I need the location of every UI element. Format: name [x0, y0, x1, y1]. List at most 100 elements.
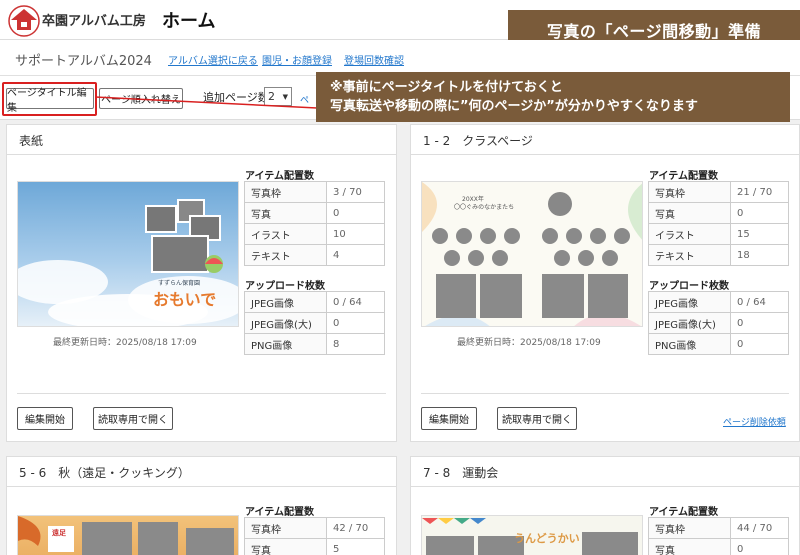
- table-cell: 写真: [244, 538, 327, 555]
- logo-name: 卒園アルバム工房: [42, 14, 146, 29]
- table-cell: 18: [730, 244, 789, 266]
- thumb-label: うんどうかい: [514, 532, 580, 545]
- page-card-title: 5 - 6 秋（遠足・クッキング）: [7, 457, 396, 487]
- page-title: ホーム: [162, 11, 216, 32]
- table-row: テキスト 4: [244, 244, 385, 266]
- table-cell: 15: [730, 223, 789, 245]
- items-table: 写真枠 21 / 70 写真 0 イラスト 15 テキスト 18: [648, 181, 789, 266]
- table-cell: イラスト: [244, 223, 327, 245]
- table-cell: 0: [730, 538, 789, 555]
- items-title: アイテム配置数: [649, 507, 718, 518]
- table-cell: 写真枠: [244, 517, 327, 539]
- table-cell: 0: [730, 333, 789, 355]
- table-cell: 写真: [648, 538, 731, 555]
- table-cell: PNG画像: [244, 333, 327, 355]
- table-cell: 5: [326, 538, 385, 555]
- logo-icon[interactable]: [6, 3, 42, 37]
- items-title: アイテム配置数: [245, 507, 314, 518]
- last-updated: 最終更新日時：2025/08/18 17:09: [53, 338, 197, 348]
- child-face-register-link[interactable]: 園児・お顔登録: [262, 52, 332, 67]
- table-row: 写真枠 3 / 70: [244, 181, 385, 203]
- back-to-album-select-link[interactable]: アルバム選択に戻る: [168, 52, 258, 67]
- table-row: JPEG画像 0 / 64: [648, 291, 789, 313]
- table-row: 写真枠 44 / 70: [648, 517, 789, 539]
- table-row: イラスト 10: [244, 223, 385, 245]
- table-cell: 0: [730, 312, 789, 334]
- table-cell: 42 / 70: [326, 517, 385, 539]
- items-title: アイテム配置数: [649, 171, 718, 182]
- items-title: アイテム配置数: [245, 171, 314, 182]
- appearance-count-link[interactable]: 登場回数確認: [344, 52, 404, 67]
- divider: [17, 393, 386, 394]
- table-row: JPEG画像 0 / 64: [244, 291, 385, 313]
- table-cell: イラスト: [648, 223, 731, 245]
- edit-start-button[interactable]: 編集開始: [421, 407, 477, 430]
- page-card-sports-day: 7 - 8 運動会 うんどうかい アイテム配置数 写真枠 44 / 70 写真 0: [410, 456, 800, 555]
- uploads-title: アップロード枚数: [649, 281, 729, 292]
- table-cell: JPEG画像: [648, 291, 731, 313]
- table-cell: 0 / 64: [326, 291, 385, 313]
- uploads-table: JPEG画像 0 / 64 JPEG画像(大) 0 PNG画像 8: [244, 291, 385, 355]
- table-cell: 21 / 70: [730, 181, 789, 203]
- table-cell: 写真枠: [648, 517, 731, 539]
- table-cell: JPEG画像(大): [648, 312, 731, 334]
- highlight-frame: [2, 82, 97, 116]
- items-table: 写真枠 42 / 70 写真 5: [244, 517, 385, 555]
- uploads-table: JPEG画像 0 / 64 JPEG画像(大) 0 PNG画像 0: [648, 291, 789, 355]
- table-row: 写真 0: [244, 202, 385, 224]
- table-row: 写真枠 21 / 70: [648, 181, 789, 203]
- cover-title-text: おもいで: [153, 290, 217, 309]
- table-cell: 8: [326, 333, 385, 355]
- annotation-callout: ※事前にページタイトルを付けておくと 写真転送や移動の際に”何のページか”が分か…: [316, 72, 790, 122]
- edit-start-button[interactable]: 編集開始: [17, 407, 73, 430]
- items-table: 写真枠 3 / 70 写真 0 イラスト 10 テキスト 4: [244, 181, 385, 266]
- page-thumbnail[interactable]: 遠足: [17, 515, 239, 555]
- page-card-title: 表紙: [7, 125, 396, 155]
- table-row: JPEG画像(大) 0: [648, 312, 789, 334]
- table-cell: 4: [326, 244, 385, 266]
- page-card-cover: 表紙 すずらん保育園 おもいで 最終更新日時：2025/08/18 17:09 …: [6, 124, 397, 442]
- callout-line-2: 写真転送や移動の際に”何のページか”が分かりやすくなります: [330, 99, 698, 114]
- album-nav: サポートアルバム2024 アルバム選択に戻る 園児・お顔登録 登場回数確認: [0, 40, 800, 76]
- open-readonly-button[interactable]: 読取専用で開く: [497, 407, 577, 430]
- table-cell: 0: [326, 202, 385, 224]
- page-thumbnail[interactable]: 20XX年 〇〇ぐみのなかまたち: [421, 181, 643, 327]
- table-cell: 10: [326, 223, 385, 245]
- table-row: 写真枠 42 / 70: [244, 517, 385, 539]
- open-readonly-button[interactable]: 読取専用で開く: [93, 407, 173, 430]
- callout-pointer: [95, 96, 318, 109]
- page-thumbnail[interactable]: うんどうかい: [421, 515, 643, 555]
- table-cell: 3 / 70: [326, 181, 385, 203]
- table-cell: JPEG画像: [244, 291, 327, 313]
- table-row: 写真 0: [648, 202, 789, 224]
- table-row: テキスト 18: [648, 244, 789, 266]
- table-cell: 写真: [244, 202, 327, 224]
- thumb-label: 遠足: [52, 529, 66, 537]
- table-cell: 44 / 70: [730, 517, 789, 539]
- table-row: 写真 0: [648, 538, 789, 555]
- table-cell: PNG画像: [648, 333, 731, 355]
- table-cell: 写真: [648, 202, 731, 224]
- album-name: サポートアルバム2024: [15, 54, 152, 69]
- page-thumbnail[interactable]: すずらん保育園 おもいで: [17, 181, 239, 327]
- table-cell: 0 / 64: [730, 291, 789, 313]
- callout-line-1: ※事前にページタイトルを付けておくと: [330, 80, 563, 95]
- table-row: PNG画像 0: [648, 333, 789, 355]
- items-table: 写真枠 44 / 70 写真 0: [648, 517, 789, 555]
- table-cell: 0: [730, 202, 789, 224]
- divider: [421, 393, 789, 394]
- page-card-class: 1 - 2 クラスページ 20XX年 〇〇ぐみのなかまたち 最終更新日時：202…: [410, 124, 800, 442]
- table-cell: 写真枠: [648, 181, 731, 203]
- table-cell: 0: [326, 312, 385, 334]
- table-row: PNG画像 8: [244, 333, 385, 355]
- table-cell: テキスト: [648, 244, 731, 266]
- page-delete-request-link[interactable]: ページ削除依頼: [723, 415, 786, 428]
- table-row: 写真 5: [244, 538, 385, 555]
- uploads-title: アップロード枚数: [245, 281, 325, 292]
- page-card-title: 1 - 2 クラスページ: [411, 125, 799, 155]
- table-cell: テキスト: [244, 244, 327, 266]
- table-row: イラスト 15: [648, 223, 789, 245]
- table-cell: JPEG画像(大): [244, 312, 327, 334]
- page-card-title: 7 - 8 運動会: [411, 457, 799, 487]
- class-name-text: 〇〇ぐみのなかまたち: [454, 204, 515, 211]
